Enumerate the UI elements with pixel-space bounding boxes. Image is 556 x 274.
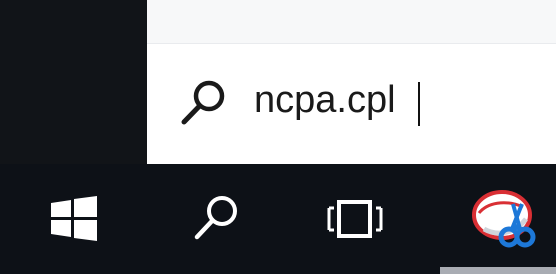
task-view-button[interactable] [305, 164, 405, 274]
text-caret [418, 82, 420, 126]
windows-search-screen: ncpa.cpl [0, 0, 556, 274]
search-icon [194, 196, 237, 240]
taskbar-search-button[interactable] [167, 164, 267, 274]
search-query-text: ncpa.cpl [254, 79, 396, 121]
active-app-indicator [440, 267, 556, 274]
pinned-snipping-tool[interactable] [452, 164, 556, 274]
start-menu-side-area [0, 0, 147, 164]
snipping-tool-icon [472, 190, 536, 248]
search-icon [180, 77, 230, 127]
task-view-icon [327, 200, 383, 238]
windows-logo-icon [51, 196, 97, 241]
start-button[interactable] [24, 164, 124, 274]
taskbar [0, 164, 556, 274]
